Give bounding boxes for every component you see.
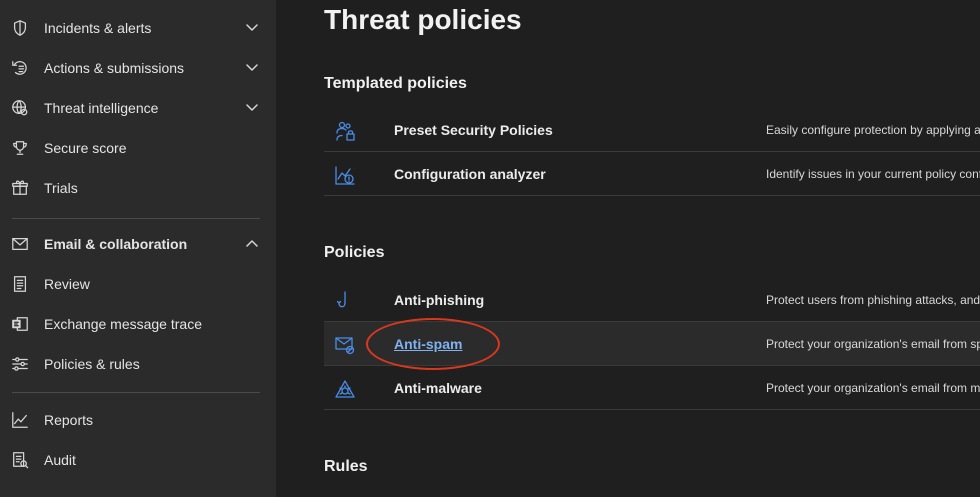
nav-divider bbox=[12, 218, 260, 219]
nav-trials[interactable]: Trials bbox=[0, 168, 276, 208]
page-title: Threat policies bbox=[324, 4, 522, 35]
people-lock-icon bbox=[334, 120, 356, 142]
nav-incidents-alerts[interactable]: Incidents & alerts bbox=[0, 8, 276, 48]
review-icon bbox=[10, 274, 30, 294]
nav-audit[interactable]: Audit bbox=[0, 440, 276, 480]
chevron-down-icon[interactable] bbox=[244, 21, 260, 35]
nav-label: Secure score bbox=[44, 140, 127, 156]
nav-label: Exchange message trace bbox=[44, 316, 202, 332]
policy-row-anti-phishing[interactable]: Anti-phishing Protect users from phishin… bbox=[324, 278, 980, 322]
policy-name[interactable]: Anti-phishing bbox=[394, 292, 484, 308]
exchange-icon bbox=[10, 314, 30, 334]
analyzer-icon bbox=[334, 164, 356, 186]
policy-description: Protect your organization's email from s… bbox=[766, 337, 980, 351]
section-title-rules: Rules bbox=[324, 458, 368, 475]
sliders-icon bbox=[10, 354, 30, 374]
policy-name[interactable]: Configuration analyzer bbox=[394, 166, 546, 182]
nav-secure-score[interactable]: Secure score bbox=[0, 128, 276, 168]
policy-description: Protect users from phishing attacks, and bbox=[766, 293, 980, 307]
policy-row-anti-malware[interactable]: Anti-malware Protect your organization's… bbox=[324, 366, 980, 410]
policy-description: Identify issues in your current policy c… bbox=[766, 167, 980, 181]
nav-label: Email & collaboration bbox=[44, 236, 188, 252]
nav-label: Policies & rules bbox=[44, 356, 140, 372]
shield-icon bbox=[10, 18, 30, 38]
mail-icon bbox=[10, 234, 30, 254]
policy-description: Protect your organization's email from m bbox=[766, 381, 980, 395]
bug-icon bbox=[334, 378, 356, 400]
nav-label: Trials bbox=[44, 180, 78, 196]
nav-threat-intelligence[interactable]: Threat intelligence bbox=[0, 88, 276, 128]
chart-line-icon bbox=[10, 410, 30, 430]
hook-icon bbox=[334, 290, 356, 312]
nav-exchange-message-trace[interactable]: Exchange message trace bbox=[0, 304, 276, 344]
main-content: Threat policies Templated policies Prese… bbox=[276, 0, 980, 497]
policy-name-link[interactable]: Anti-spam bbox=[394, 336, 462, 352]
actions-icon bbox=[10, 58, 30, 78]
policy-row-anti-spam[interactable]: Anti-spam Protect your organization's em… bbox=[324, 322, 980, 366]
nav-label: Actions & submissions bbox=[44, 60, 185, 76]
nav-reports[interactable]: Reports bbox=[0, 400, 276, 440]
nav-email-collaboration[interactable]: Email & collaboration bbox=[0, 224, 276, 264]
section-title-policies: Policies bbox=[324, 244, 385, 261]
nav-label: Review bbox=[44, 276, 90, 292]
policy-row-configuration-analyzer[interactable]: Configuration analyzer Identify issues i… bbox=[324, 152, 980, 196]
left-nav: Incidents & alerts Actions & submissions… bbox=[0, 0, 276, 497]
chevron-down-icon[interactable] bbox=[244, 101, 260, 115]
policy-name[interactable]: Anti-malware bbox=[394, 380, 482, 396]
gift-icon bbox=[10, 178, 30, 198]
policy-name[interactable]: Preset Security Policies bbox=[394, 122, 553, 138]
nav-policies-rules[interactable]: Policies & rules bbox=[0, 344, 276, 384]
policy-description: Easily configure protection by applying … bbox=[766, 123, 980, 137]
nav-divider bbox=[12, 392, 260, 393]
mail-block-icon bbox=[334, 334, 356, 356]
chevron-up-icon[interactable] bbox=[244, 237, 260, 251]
nav-label: Audit bbox=[44, 452, 76, 468]
trophy-icon bbox=[10, 138, 30, 158]
chevron-down-icon[interactable] bbox=[244, 61, 260, 75]
nav-actions-submissions[interactable]: Actions & submissions bbox=[0, 48, 276, 88]
nav-review[interactable]: Review bbox=[0, 264, 276, 304]
globe-icon bbox=[10, 98, 30, 118]
nav-label: Reports bbox=[44, 412, 94, 428]
nav-label: Threat intelligence bbox=[44, 100, 159, 116]
nav-label: Incidents & alerts bbox=[44, 20, 152, 36]
audit-icon bbox=[10, 450, 30, 470]
policy-row-preset-security[interactable]: Preset Security Policies Easily configur… bbox=[324, 108, 980, 152]
section-title-templated: Templated policies bbox=[324, 75, 467, 92]
